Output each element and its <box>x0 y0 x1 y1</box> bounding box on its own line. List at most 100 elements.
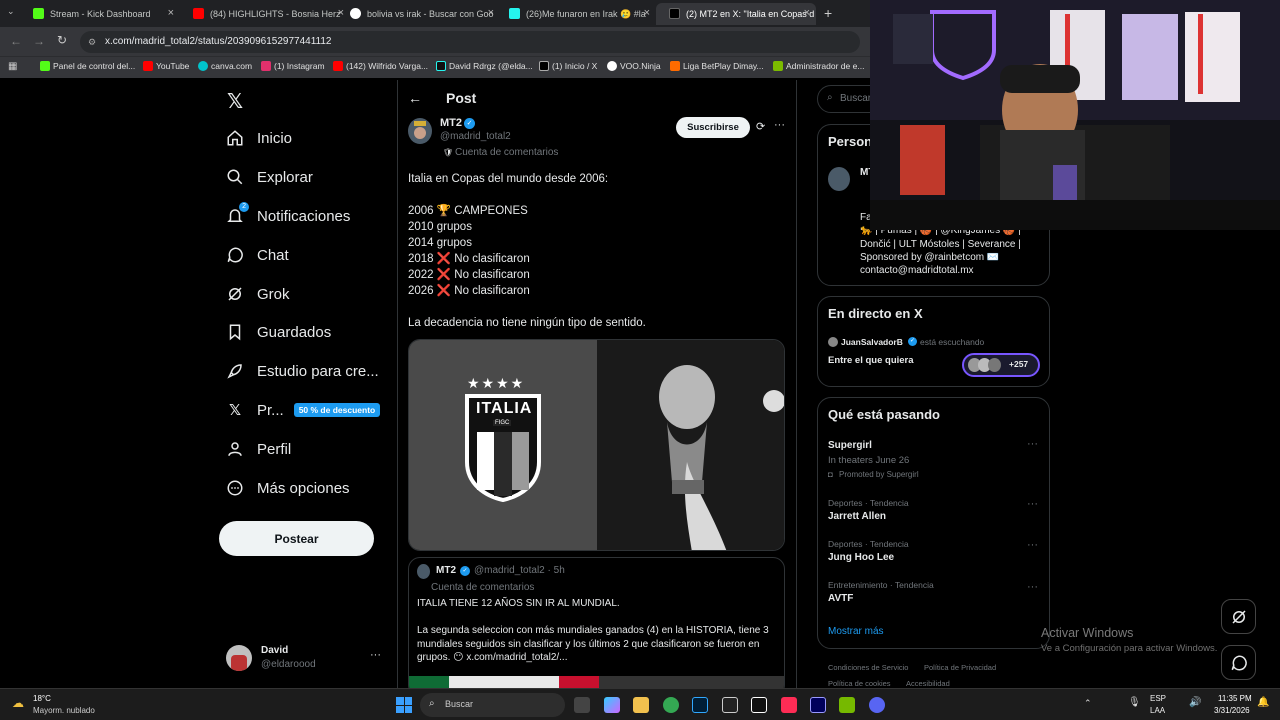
tray-chevron-icon[interactable]: ⌃ <box>1084 698 1092 709</box>
more-icon <box>226 479 244 497</box>
nav-item-explorar[interactable]: Explorar <box>226 164 313 190</box>
clock-time[interactable]: 11:35 PM <box>1218 694 1252 703</box>
messages-float-button[interactable] <box>1221 645 1256 680</box>
bookmark-item[interactable]: David Rdrgz (@elda... <box>436 61 533 71</box>
apps-grid-icon[interactable]: ▦ <box>8 61 17 72</box>
url-input[interactable]: ⚙ x.com/madrid_total2/status/20390961529… <box>80 31 860 53</box>
discord-icon[interactable] <box>869 697 885 713</box>
nav-item-premium[interactable]: 𝕏 Pr... 50 % de descuento <box>226 397 381 423</box>
instagram-icon <box>261 61 271 71</box>
nav-item-chat[interactable]: Chat <box>226 242 289 268</box>
bookmark-item[interactable]: (142) Wilfrido Varga... <box>333 61 428 71</box>
x-icon <box>539 61 549 71</box>
close-tab-icon[interactable]: × <box>644 7 650 19</box>
back-arrow-icon[interactable]: ← <box>408 90 422 106</box>
listeners-pill[interactable]: +257 <box>962 353 1040 377</box>
after-effects-icon[interactable] <box>810 697 826 713</box>
footer-link[interactable]: Condiciones de Servicio <box>828 663 908 672</box>
capcut-icon[interactable] <box>751 697 767 713</box>
lang-1[interactable]: ESP <box>1150 694 1166 703</box>
trend-more-icon[interactable]: ··· <box>1027 539 1038 551</box>
forward-icon[interactable]: → <box>33 34 45 48</box>
author-avatar[interactable] <box>408 118 432 144</box>
bookmark-item[interactable]: Panel de control del... <box>40 61 135 71</box>
footer-link[interactable]: Accesibilidad <box>906 679 950 688</box>
person-avatar[interactable] <box>828 167 850 191</box>
nav-item-guardados[interactable]: Guardados <box>226 319 331 345</box>
account-switcher[interactable]: David @eldaroood ··· <box>226 643 386 675</box>
nav-item-estudio[interactable]: Estudio para cre... <box>226 358 379 384</box>
footer-link[interactable]: Política de cookies <box>828 679 891 688</box>
nvidia-icon[interactable] <box>839 697 855 713</box>
bookmark-item[interactable]: canva.com <box>198 61 252 71</box>
nav-item-inicio[interactable]: Inicio <box>226 125 292 151</box>
address-bar-row: ← → ↻ ⚙ x.com/madrid_total2/status/20390… <box>0 27 870 56</box>
site-info-icon[interactable]: ⚙ <box>88 31 96 53</box>
post-more-icon[interactable]: ··· <box>774 119 785 131</box>
quote-handle: @madrid_total2 · 5h <box>474 565 565 576</box>
show-more-link[interactable]: Mostrar más <box>828 626 884 637</box>
tab-youtube[interactable]: (84) HIGHLIGHTS - Bosnia Herz × <box>180 3 350 25</box>
back-icon[interactable]: ← <box>10 34 22 48</box>
close-tab-icon[interactable]: × <box>168 7 174 19</box>
author-name[interactable]: MT2 <box>440 117 462 129</box>
obs-icon[interactable] <box>722 697 738 713</box>
copilot-icon[interactable] <box>604 697 620 713</box>
subscribe-button[interactable]: Suscribirse <box>676 117 750 138</box>
trend-name: AVTF <box>828 593 854 604</box>
quoted-post[interactable]: MT2 ✓ @madrid_total2 · 5h Cuenta de come… <box>408 557 785 688</box>
trend-more-icon[interactable]: ··· <box>1027 498 1038 510</box>
tab-tiktok[interactable]: (26)Me funaron en Irak 🥲 #la × <box>496 3 656 25</box>
account-handle: @eldaroood <box>261 659 316 670</box>
reload-icon[interactable]: ↻ <box>57 33 67 47</box>
tab-x-active[interactable]: (2) MT2 en X: "Italia en Copas d × <box>656 3 816 25</box>
trend-context: Deportes · Tendencia <box>828 498 909 508</box>
volume-icon[interactable]: 🔊 <box>1189 697 1201 708</box>
bookmark-item[interactable]: YouTube <box>143 61 189 71</box>
bookmarks-bar: ▦ Panel de control del... YouTube canva.… <box>0 56 870 78</box>
file-explorer-icon[interactable] <box>633 697 649 713</box>
nav-item-notificaciones[interactable]: 2 Notificaciones <box>226 202 350 229</box>
account-type-label: Cuenta de comentarios <box>455 147 559 158</box>
taskbar-search[interactable]: ⌕ Buscar <box>420 693 565 717</box>
new-tab-button[interactable]: + <box>824 5 832 21</box>
bookmark-item[interactable]: Administrador de e... <box>773 61 864 71</box>
chrome-icon[interactable] <box>663 697 679 713</box>
nav-item-perfil[interactable]: Perfil <box>226 436 291 462</box>
author-handle[interactable]: @madrid_total2 <box>440 131 511 142</box>
close-tab-icon[interactable]: × <box>804 7 810 19</box>
person-bio-3: Dončić | ULT Móstoles | Severance | <box>860 239 1021 250</box>
bookmark-item[interactable]: (1) Inicio / X <box>539 61 597 71</box>
tiktok-icon[interactable] <box>781 697 797 713</box>
nav-item-grok[interactable]: Grok <box>226 281 290 307</box>
trend-more-icon[interactable]: ··· <box>1027 581 1038 593</box>
account-more-icon[interactable]: ··· <box>370 649 381 661</box>
tab-list-icon[interactable]: ⌄ <box>7 6 15 17</box>
task-view-icon[interactable] <box>574 697 590 713</box>
bookmark-item[interactable]: VOO.Ninja <box>607 61 661 71</box>
start-button[interactable] <box>396 697 412 713</box>
notification-center-icon[interactable]: 🔔 <box>1257 697 1269 708</box>
photoshop-icon[interactable] <box>692 697 708 713</box>
bookmark-item[interactable]: (1) Instagram <box>261 61 325 71</box>
network-icon[interactable]: 🎙 <box>1128 697 1141 708</box>
post-button[interactable]: Postear <box>219 521 374 556</box>
post-line: 2022 ❌ No clasificaron <box>408 269 530 281</box>
grok-explain-icon[interactable]: ⟳ <box>756 120 765 133</box>
nav-item-mas-opciones[interactable]: Más opciones <box>226 475 350 501</box>
trend-more-icon[interactable]: ··· <box>1027 438 1038 450</box>
footer-link[interactable]: Política de Privacidad <box>924 663 996 672</box>
x-logo-icon[interactable]: 𝕏 <box>227 89 243 114</box>
bookmark-item[interactable]: Liga BetPlay Dimay... <box>670 61 764 71</box>
tab-google[interactable]: bolivia vs irak - Buscar con Goo × <box>337 3 500 25</box>
live-host[interactable]: JuanSalvadorB <box>841 337 903 347</box>
clock-date: 3/31/2026 <box>1214 706 1250 715</box>
live-space-title[interactable]: Entre el que quiera <box>828 355 914 366</box>
post-image[interactable]: ★★★★ ITALIA FIGC <box>408 339 785 551</box>
crest-text: ITALIA <box>476 400 533 417</box>
tab-kick[interactable]: Stream - Kick Dashboard × <box>20 3 180 25</box>
verified-badge-icon: ✓ <box>908 337 917 346</box>
weather-temp[interactable]: 18°C <box>33 694 51 703</box>
grok-float-button[interactable] <box>1221 599 1256 634</box>
close-tab-icon[interactable]: × <box>488 7 494 19</box>
